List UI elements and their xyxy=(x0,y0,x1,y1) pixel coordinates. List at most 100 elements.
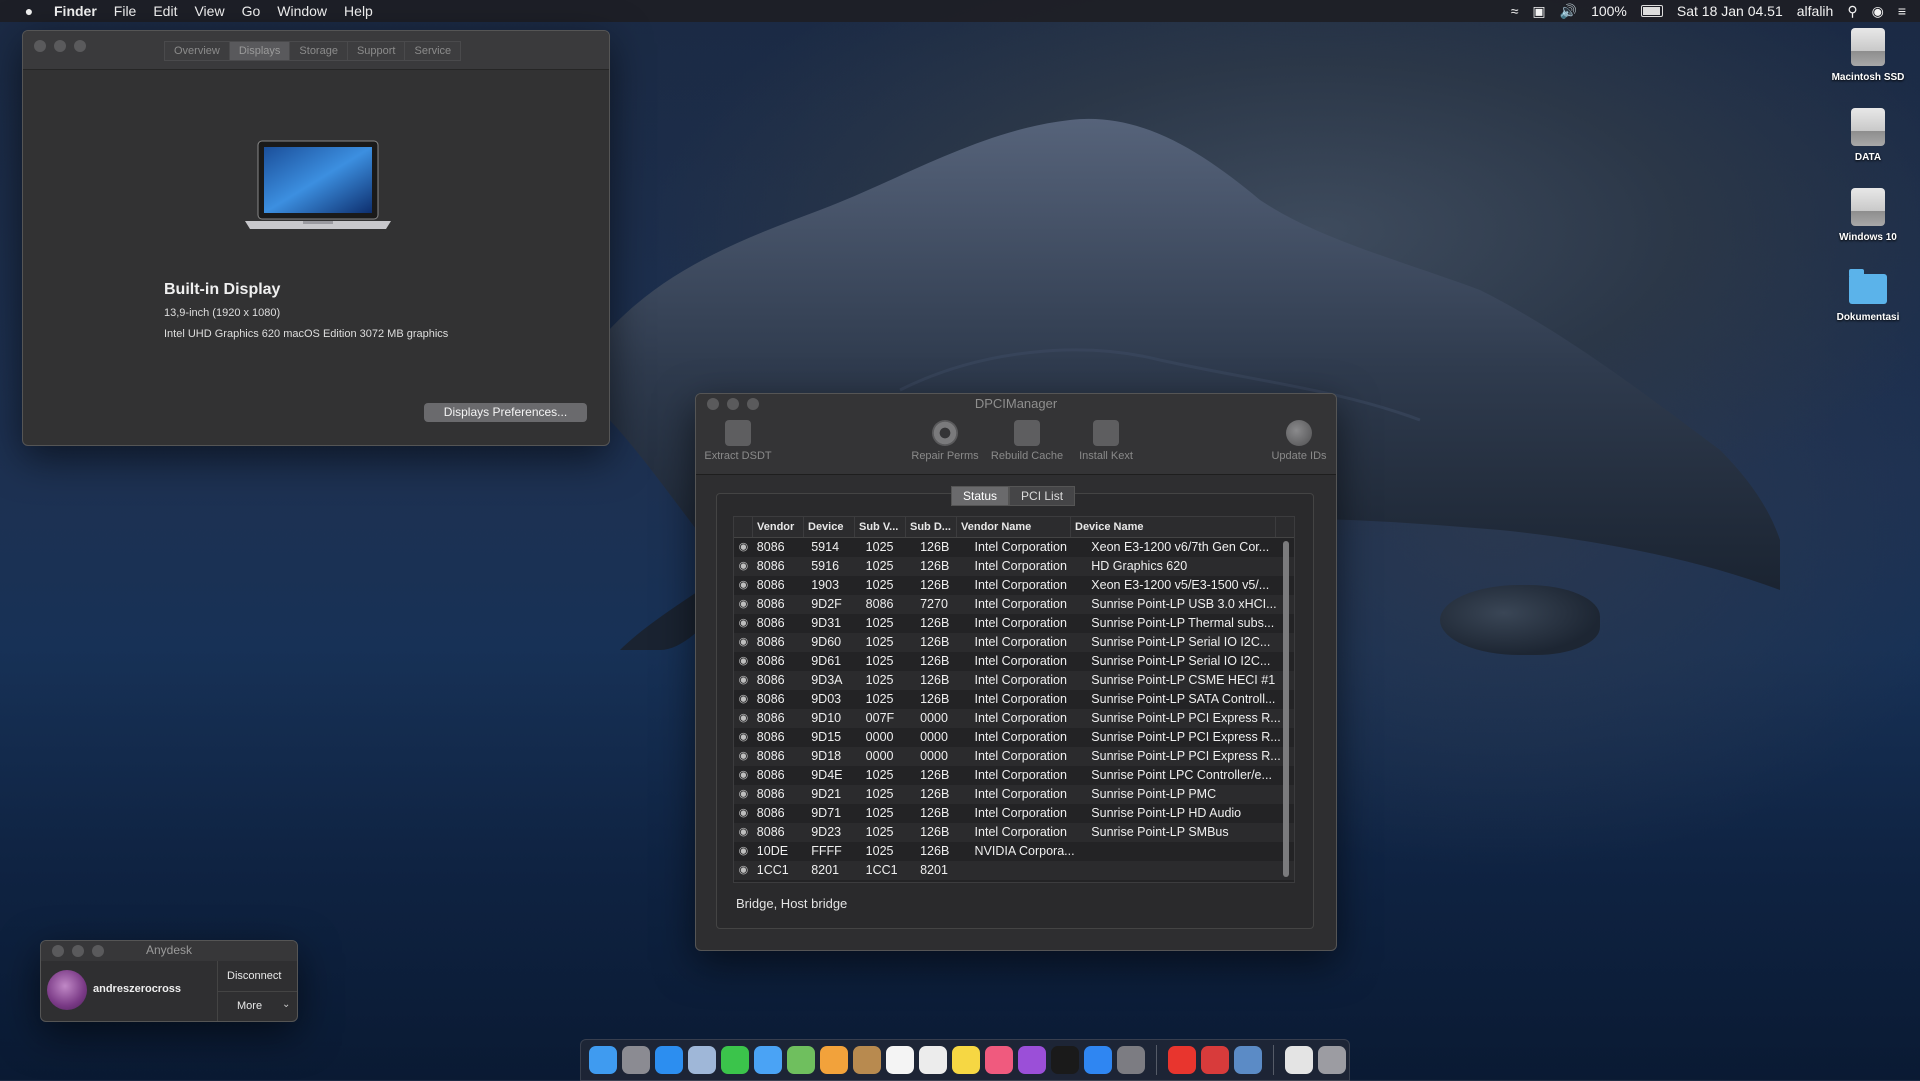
menu-window[interactable]: Window xyxy=(277,3,327,19)
install-kext-button[interactable]: Install Kext xyxy=(1069,420,1143,462)
menu-help[interactable]: Help xyxy=(344,3,373,19)
music-icon[interactable] xyxy=(985,1046,1013,1074)
volume-icon[interactable]: 🔊 xyxy=(1560,3,1577,20)
table-row[interactable]: ◉ 8086 5916 1025 126B Intel Corporation HD Gra… xyxy=(734,557,1294,576)
menu-app-finder[interactable]: Finder xyxy=(54,3,97,19)
battery-percent[interactable]: 100% xyxy=(1591,3,1627,19)
tab-pci-list[interactable]: PCI List xyxy=(1009,486,1076,506)
dpcimanager-icon[interactable] xyxy=(1234,1046,1262,1074)
vendor-cell: 8086 xyxy=(756,768,785,782)
col-vendor-name[interactable]: Vendor Name xyxy=(957,517,1071,537)
close-button[interactable] xyxy=(52,945,64,957)
table-row[interactable]: ◉ 8086 9D03 1025 126B Intel Corporation Sunris… xyxy=(734,690,1294,709)
calendar-icon[interactable] xyxy=(886,1046,914,1074)
menu-edit[interactable]: Edit xyxy=(153,3,177,19)
minimize-button[interactable] xyxy=(72,945,84,957)
anydesk-icon[interactable] xyxy=(1168,1046,1196,1074)
col-vendor[interactable]: Vendor xyxy=(753,517,804,537)
desktop-icon-data[interactable]: DATA xyxy=(1818,108,1918,163)
anydesk-active-icon[interactable] xyxy=(1201,1046,1229,1074)
table-row[interactable]: ◉ 8086 5914 1025 126B Intel Corporation Xeon E… xyxy=(734,538,1294,557)
table-row[interactable]: ◉ 8086 9D2F 8086 7270 Intel Corporation Sunris… xyxy=(734,595,1294,614)
menu-view[interactable]: View xyxy=(194,3,224,19)
zoom-button[interactable] xyxy=(74,40,86,52)
table-row[interactable]: ◉ 8086 9D60 1025 126B Intel Corporation Sunris… xyxy=(734,633,1294,652)
notification-center-icon[interactable]: ≡ xyxy=(1898,3,1906,19)
tab-storage[interactable]: Storage xyxy=(289,41,348,61)
device-name-cell xyxy=(1087,861,1294,880)
minimize-button[interactable] xyxy=(727,398,739,410)
display-mirror-icon[interactable]: ▣ xyxy=(1532,3,1545,20)
documents-stack-icon[interactable] xyxy=(1285,1046,1313,1074)
podcasts-icon[interactable] xyxy=(1018,1046,1046,1074)
photos-icon[interactable] xyxy=(820,1046,848,1074)
more-button[interactable]: More xyxy=(237,1000,262,1012)
menu-go[interactable]: Go xyxy=(242,3,261,19)
desktop-icon-windows-10[interactable]: Windows 10 xyxy=(1818,188,1918,243)
rebuild-cache-button[interactable]: Rebuild Cache xyxy=(987,420,1067,462)
tab-status[interactable]: Status xyxy=(951,486,1010,506)
user-name[interactable]: alfalih xyxy=(1797,3,1834,19)
table-row[interactable]: ◉ 8086 1903 1025 126B Intel Corporation Xeon E… xyxy=(734,576,1294,595)
launchpad-icon[interactable] xyxy=(622,1046,650,1074)
clock[interactable]: Sat 18 Jan 04.51 xyxy=(1677,3,1783,19)
desktop-icon-macintosh-ssd[interactable]: Macintosh SSD xyxy=(1818,28,1918,83)
table-row[interactable]: ◉ 8086 9D4E 1025 126B Intel Corporation Sunris… xyxy=(734,766,1294,785)
safari-icon[interactable] xyxy=(655,1046,683,1074)
displays-preferences-button[interactable]: Displays Preferences... xyxy=(424,403,587,422)
messages-icon[interactable] xyxy=(754,1046,782,1074)
spotlight-search-icon[interactable]: ⚲ xyxy=(1847,3,1857,20)
maps-icon[interactable] xyxy=(787,1046,815,1074)
col-device-name[interactable]: Device Name xyxy=(1071,517,1276,537)
table-row[interactable]: ◉ 8086 9D18 0000 0000 Intel Corporation Sunris… xyxy=(734,747,1294,766)
device-cell: 9D03 xyxy=(811,692,842,706)
table-row[interactable]: ◉ 8086 9D31 1025 126B Intel Corporation Sunris… xyxy=(734,614,1294,633)
table-row[interactable]: ◉ 8086 9D15 0000 0000 Intel Corporation Sunris… xyxy=(734,728,1294,747)
facetime-icon[interactable] xyxy=(721,1046,749,1074)
tab-service[interactable]: Service xyxy=(404,41,462,61)
tab-overview[interactable]: Overview xyxy=(164,41,230,61)
tab-support[interactable]: Support xyxy=(346,41,406,61)
table-row[interactable]: ◉ 8086 9D10 007F 0000 Intel Corporation Sunris… xyxy=(734,709,1294,728)
mail-icon[interactable] xyxy=(688,1046,716,1074)
reminders-icon[interactable] xyxy=(919,1046,947,1074)
table-row[interactable]: ◉ 1CC1 8201 1CC1 8201 xyxy=(734,861,1294,880)
table-row[interactable]: ◉ 8086 9D61 1025 126B Intel Corporation Sunris… xyxy=(734,652,1294,671)
table-scrollbar[interactable] xyxy=(1283,541,1289,877)
table-row[interactable]: ◉ 8086 9D3A 1025 126B Intel Corporation Sunris… xyxy=(734,671,1294,690)
device-status-icon: ◉ xyxy=(738,788,749,800)
apple-tv-icon[interactable] xyxy=(1051,1046,1079,1074)
sub-vendor-cell: 1025 xyxy=(865,787,894,801)
zoom-button[interactable] xyxy=(92,945,104,957)
tab-displays[interactable]: Displays xyxy=(228,41,291,61)
wifi-icon[interactable]: ≈ xyxy=(1511,3,1519,19)
siri-icon[interactable]: ◉ xyxy=(1872,3,1884,20)
table-row[interactable]: ◉ 10DE FFFF 1025 126B NVIDIA Corpora... xyxy=(734,842,1294,861)
trash-icon[interactable] xyxy=(1318,1046,1346,1074)
zoom-button[interactable] xyxy=(747,398,759,410)
col-sub-vendor[interactable]: Sub V... xyxy=(855,517,906,537)
close-button[interactable] xyxy=(707,398,719,410)
close-button[interactable] xyxy=(34,40,46,52)
system-preferences-icon[interactable] xyxy=(1117,1046,1145,1074)
chevron-down-icon[interactable]: ⌄ xyxy=(282,999,290,1010)
table-row[interactable]: ◉ 8086 9D71 1025 126B Intel Corporation Sunris… xyxy=(734,804,1294,823)
table-row[interactable]: ◉ 8086 9D21 1025 126B Intel Corporation Sunris… xyxy=(734,785,1294,804)
extract-dsdt-button[interactable]: Extract DSDT xyxy=(702,420,774,462)
col-device[interactable]: Device xyxy=(804,517,855,537)
app-store-icon[interactable] xyxy=(1084,1046,1112,1074)
update-ids-button[interactable]: Update IDs xyxy=(1266,420,1332,462)
minimize-button[interactable] xyxy=(54,40,66,52)
apple-menu-icon[interactable]: ● xyxy=(20,3,38,19)
notes-icon[interactable] xyxy=(952,1046,980,1074)
window-controls xyxy=(52,945,104,957)
repair-perms-button[interactable]: Repair Perms xyxy=(909,420,981,462)
table-row[interactable]: ◉ 8086 9D23 1025 126B Intel Corporation Sunris… xyxy=(734,823,1294,842)
battery-icon[interactable] xyxy=(1640,5,1663,17)
contacts-icon[interactable] xyxy=(853,1046,881,1074)
desktop-icon-dokumentasi[interactable]: Dokumentasi xyxy=(1818,268,1918,323)
finder-icon[interactable] xyxy=(589,1046,617,1074)
disconnect-button[interactable]: Disconnect xyxy=(227,970,281,982)
menu-file[interactable]: File xyxy=(114,3,137,19)
col-sub-device[interactable]: Sub D... xyxy=(906,517,957,537)
